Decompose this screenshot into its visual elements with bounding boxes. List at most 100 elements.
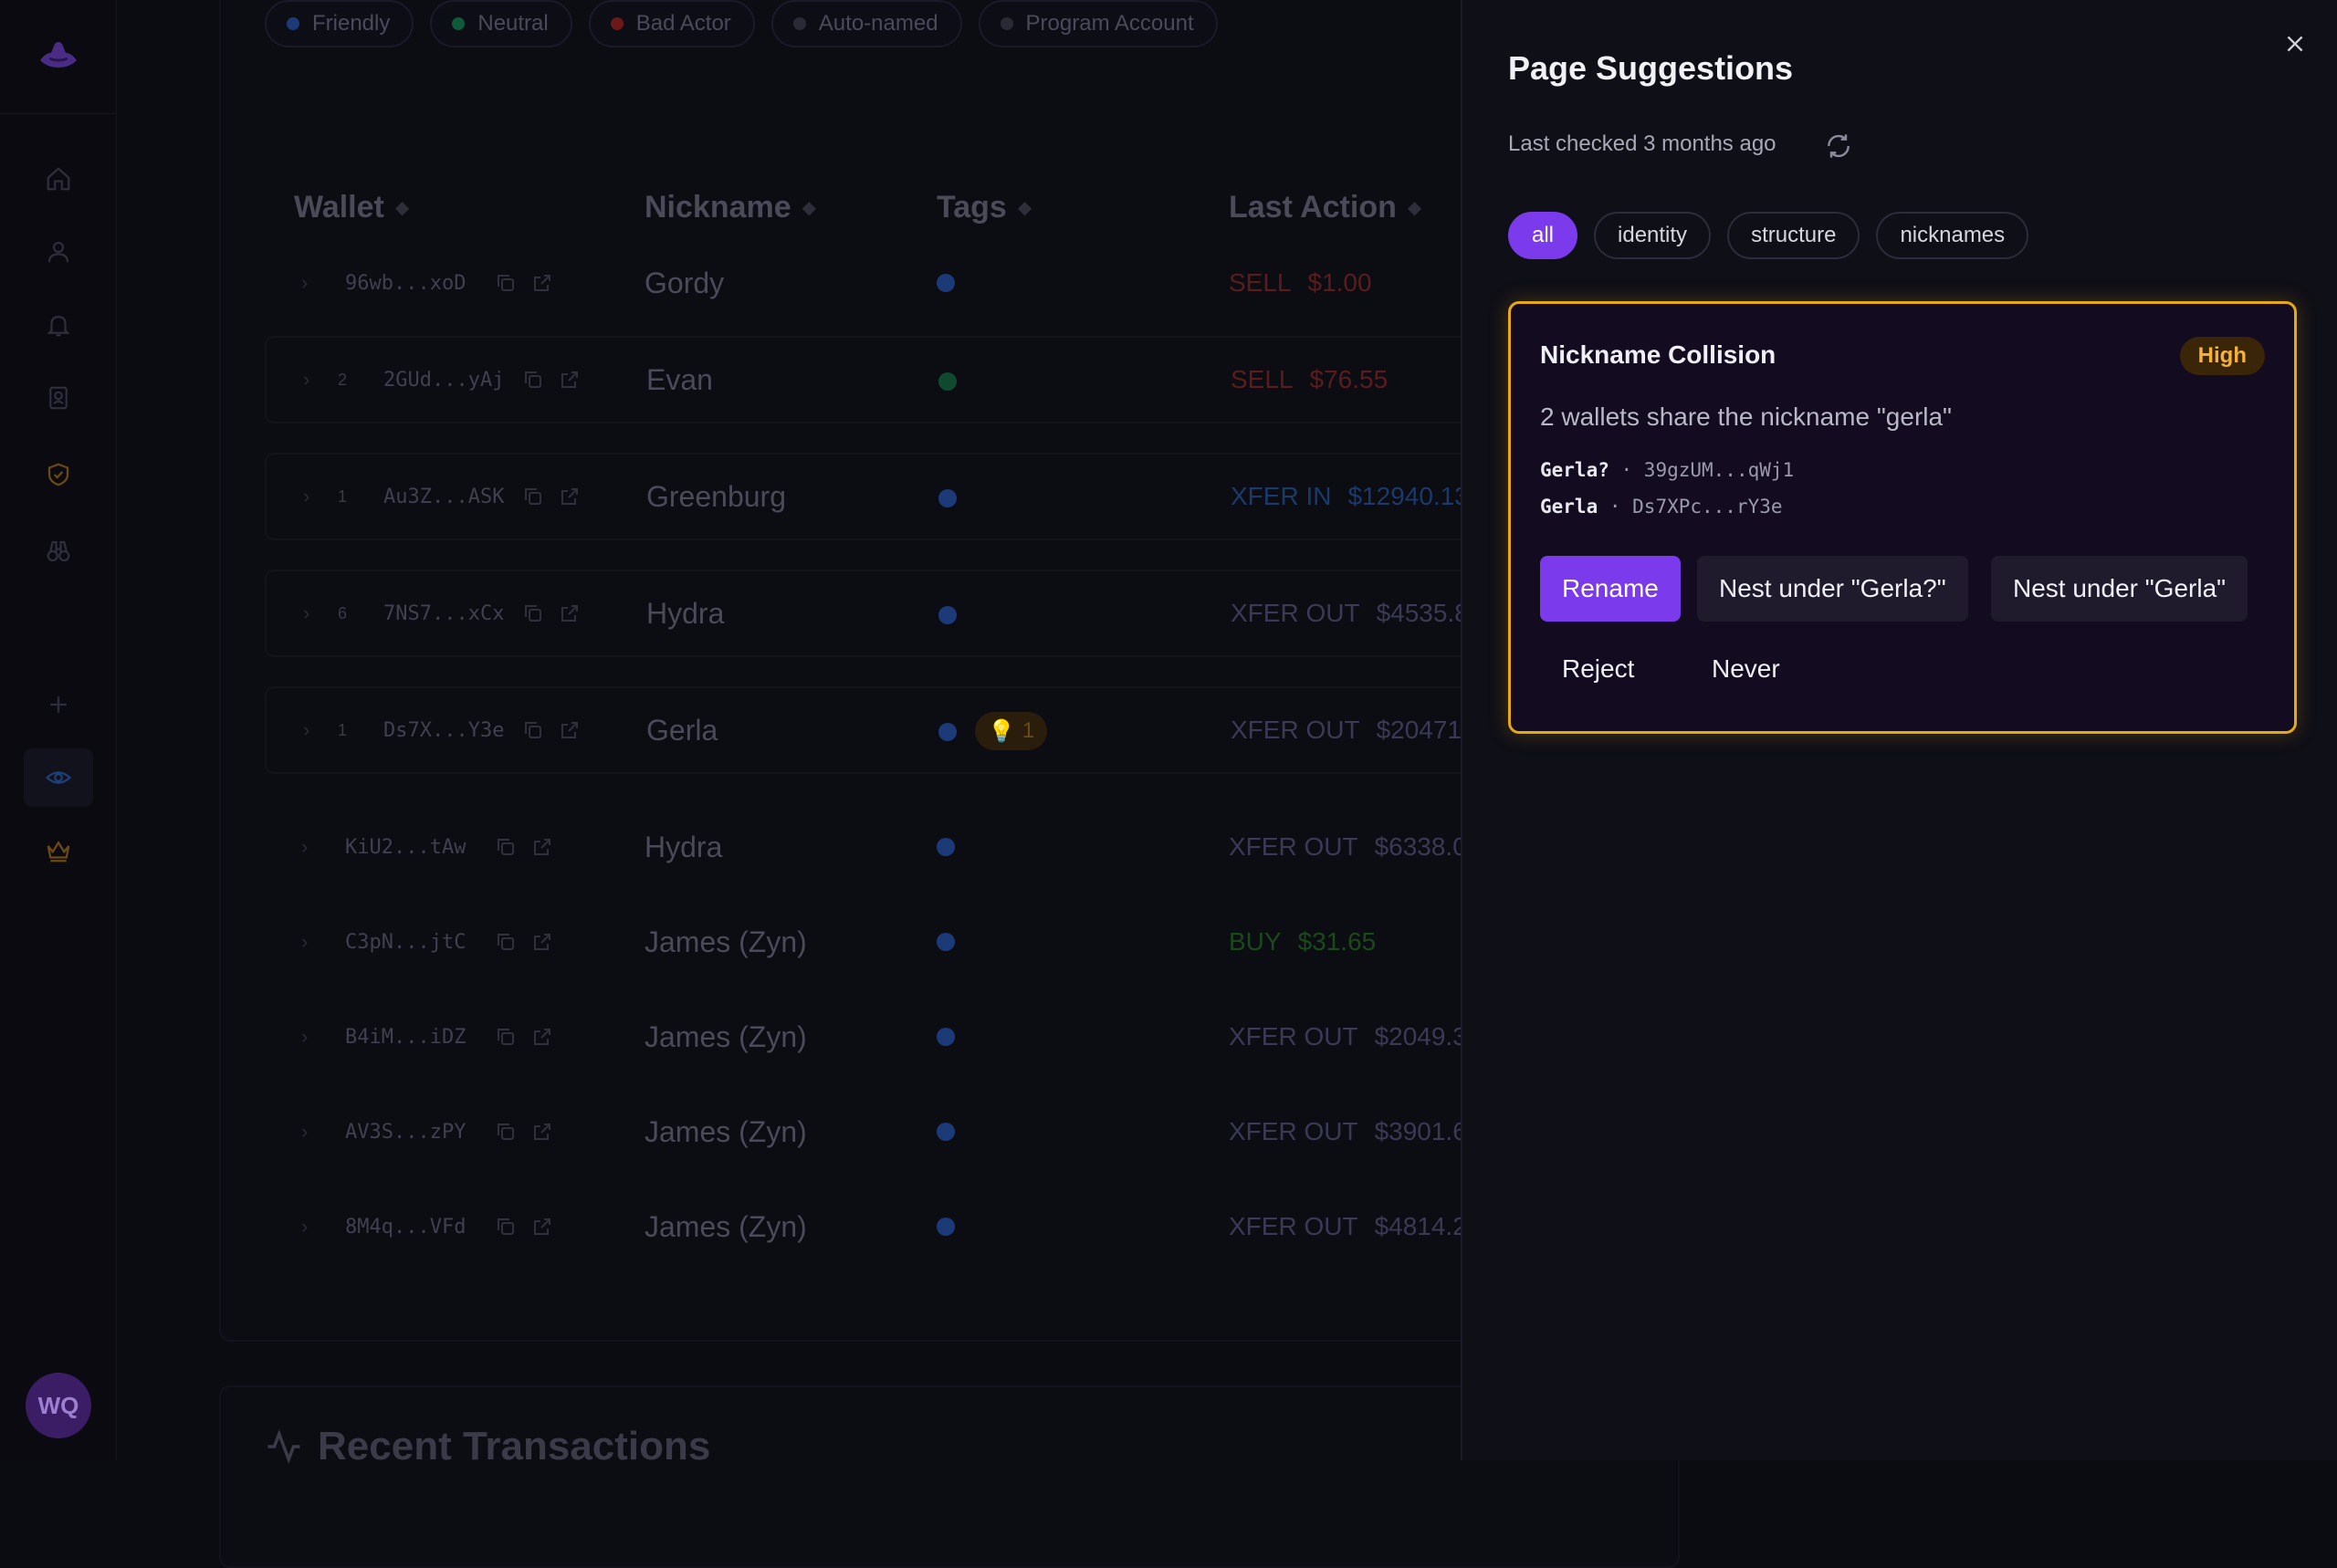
- table-row[interactable]: › 8M4q...VFd James (Zyn) XFER OUT $4814.2: [265, 1183, 1543, 1270]
- copy-icon[interactable]: [495, 803, 517, 891]
- action-type: XFER IN: [1231, 482, 1332, 510]
- recent-transactions-title: Recent Transactions: [265, 1424, 710, 1469]
- external-link-icon[interactable]: [559, 455, 581, 538]
- nest-under-gerla-button[interactable]: Nest under "Gerla": [1991, 556, 2248, 622]
- header-tags[interactable]: Tags ◆: [937, 190, 1032, 225]
- chevron-right-icon[interactable]: ›: [303, 688, 309, 772]
- external-link-icon[interactable]: [559, 571, 581, 655]
- bell-icon[interactable]: [40, 307, 77, 343]
- copy-icon[interactable]: [495, 239, 517, 327]
- chevron-right-icon[interactable]: ›: [303, 338, 309, 422]
- table-row[interactable]: › 96wb...xoD Gordy SELL $1.00: [265, 239, 1543, 327]
- table-row[interactable]: › KiU2...tAw Hydra XFER OUT $6338.0: [265, 803, 1543, 891]
- external-link-icon[interactable]: [531, 239, 553, 327]
- last-action: XFER OUT $3901.6: [1229, 1088, 1467, 1176]
- external-link-icon[interactable]: [559, 338, 581, 422]
- table-row[interactable]: › 1 Ds7X...Y3e Gerla 💡 1 XFER OUT $20471.1: [265, 686, 1543, 774]
- chevron-right-icon[interactable]: ›: [303, 571, 309, 655]
- last-action: BUY $31.65: [1229, 898, 1376, 986]
- tag-dot-icon: [938, 489, 957, 507]
- filter-chip[interactable]: Auto-named: [770, 0, 962, 47]
- tag-dot-icon: [287, 17, 299, 30]
- filter-chip[interactable]: Program Account: [978, 0, 1218, 47]
- chevron-right-icon[interactable]: ›: [301, 993, 308, 1081]
- tab-nicknames[interactable]: nicknames: [1876, 212, 2029, 259]
- copy-icon[interactable]: [522, 571, 544, 655]
- header-last-action[interactable]: Last Action ◆: [1229, 190, 1421, 225]
- chevron-right-icon[interactable]: ›: [301, 1088, 308, 1176]
- filter-chip[interactable]: Friendly: [265, 0, 414, 47]
- tab-identity[interactable]: identity: [1594, 212, 1712, 259]
- filter-chip[interactable]: Bad Actor: [588, 0, 755, 47]
- copy-icon[interactable]: [495, 1183, 517, 1270]
- action-type: XFER OUT: [1231, 599, 1360, 627]
- never-button[interactable]: Never: [1690, 636, 1802, 702]
- binoculars-icon[interactable]: [40, 533, 77, 570]
- table-row[interactable]: › C3pN...jtC James (Zyn) BUY $31.65: [265, 898, 1543, 986]
- chevron-right-icon[interactable]: ›: [301, 1183, 308, 1270]
- header-wallet[interactable]: Wallet ◆: [294, 190, 409, 225]
- action-type: SELL: [1229, 268, 1292, 297]
- crown-icon[interactable]: [40, 832, 77, 869]
- action-type: XFER OUT: [1229, 832, 1358, 861]
- copy-icon[interactable]: [495, 898, 517, 986]
- external-link-icon[interactable]: [531, 1088, 553, 1176]
- chevron-right-icon[interactable]: ›: [301, 803, 308, 891]
- action-type: SELL: [1231, 365, 1294, 393]
- panel-title: Page Suggestions: [1508, 49, 1794, 87]
- copy-icon[interactable]: [495, 1088, 517, 1176]
- wallet-address: 7NS7...xCx: [383, 601, 505, 625]
- action-amount: $31.65: [1297, 927, 1377, 956]
- external-link-icon[interactable]: [531, 993, 553, 1081]
- last-action: XFER IN $12940.13: [1231, 455, 1469, 538]
- copy-icon[interactable]: [495, 993, 517, 1081]
- copy-icon[interactable]: [522, 688, 544, 772]
- table-row[interactable]: › 2 2GUd...yAj Evan SELL $76.55: [265, 336, 1543, 423]
- wallet-nickname: James (Zyn): [645, 1019, 807, 1053]
- child-count: 2: [338, 370, 348, 389]
- child-count: 6: [338, 603, 348, 622]
- reject-button[interactable]: Reject: [1540, 636, 1656, 702]
- copy-icon[interactable]: [522, 338, 544, 422]
- action-amount: $4535.8: [1376, 599, 1469, 627]
- chevron-right-icon[interactable]: ›: [303, 455, 309, 538]
- plus-icon[interactable]: [40, 686, 77, 723]
- eye-icon[interactable]: [40, 759, 77, 796]
- sidebar: WQ: [0, 0, 117, 1460]
- chevron-right-icon[interactable]: ›: [301, 239, 308, 327]
- shield-check-icon[interactable]: [40, 456, 77, 493]
- wallet-nickname: James (Zyn): [645, 925, 807, 958]
- header-nickname[interactable]: Nickname ◆: [645, 190, 816, 225]
- suggestion-bulb-badge[interactable]: 💡 1: [975, 712, 1048, 750]
- table-row[interactable]: › AV3S...zPY James (Zyn) XFER OUT $3901.6: [265, 1088, 1543, 1176]
- rename-button[interactable]: Rename: [1540, 556, 1681, 622]
- home-icon[interactable]: [40, 161, 77, 197]
- refresh-icon[interactable]: [1820, 128, 1857, 164]
- nest-under-gerla-question-button[interactable]: Nest under "Gerla?": [1697, 556, 1968, 622]
- tag-filter-row: Friendly Neutral Bad Actor Auto-named Progra…: [265, 0, 1218, 47]
- wallet-nickname: Gerla: [646, 713, 718, 747]
- external-link-icon[interactable]: [531, 803, 553, 891]
- chevron-right-icon[interactable]: ›: [301, 898, 308, 986]
- wallet-address: 96wb...xoD: [345, 271, 466, 295]
- filter-chip[interactable]: Neutral: [430, 0, 572, 47]
- action-type: BUY: [1229, 927, 1282, 956]
- contacts-icon[interactable]: [40, 380, 77, 416]
- action-amount: $3901.6: [1374, 1117, 1467, 1145]
- tab-structure[interactable]: structure: [1727, 212, 1860, 259]
- last-action: XFER OUT $4814.2: [1229, 1183, 1467, 1270]
- copy-icon[interactable]: [522, 455, 544, 538]
- external-link-icon[interactable]: [531, 1183, 553, 1270]
- external-link-icon[interactable]: [559, 688, 581, 772]
- table-row[interactable]: › 6 7NS7...xCx Hydra XFER OUT $4535.8: [265, 570, 1543, 657]
- external-link-icon[interactable]: [531, 898, 553, 986]
- avatar[interactable]: WQ: [26, 1373, 91, 1438]
- table-row[interactable]: › B4iM...iDZ James (Zyn) XFER OUT $2049.3: [265, 993, 1543, 1081]
- table-row[interactable]: › 1 Au3Z...ASK Greenburg XFER IN $12940.13: [265, 453, 1543, 540]
- tab-all[interactable]: all: [1508, 212, 1578, 259]
- close-icon[interactable]: [2277, 26, 2313, 62]
- tag-dot-icon: [937, 1123, 955, 1141]
- logo-hat-icon[interactable]: [37, 40, 80, 73]
- tag-dot-icon: [938, 723, 957, 741]
- user-icon[interactable]: [40, 234, 77, 270]
